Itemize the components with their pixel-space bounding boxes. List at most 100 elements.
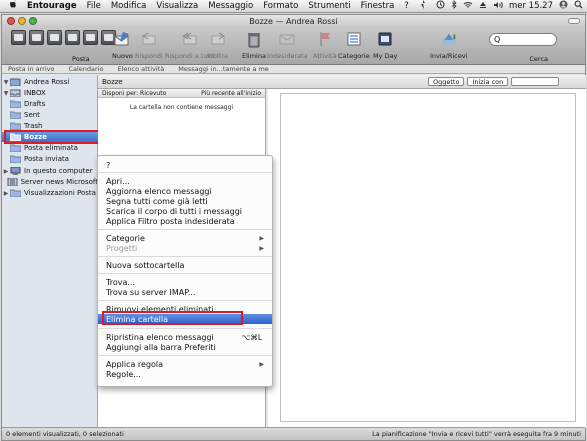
timemachine-icon[interactable] bbox=[436, 0, 445, 12]
wifi-icon[interactable] bbox=[463, 1, 473, 12]
filter-mode-select[interactable]: Inizia con bbox=[467, 77, 509, 86]
sidebar-item-posta-inviata[interactable]: Posta inviata bbox=[2, 154, 98, 164]
sort-by-button[interactable]: Disponi per: Ricevuto bbox=[102, 90, 166, 97]
menu-item-trova[interactable]: Trova... bbox=[98, 277, 272, 287]
my-day-button[interactable]: My Day bbox=[373, 29, 397, 60]
status-left: 0 elementi visualizzati, 0 selezionati bbox=[6, 430, 124, 438]
volume-icon[interactable] bbox=[493, 1, 503, 12]
news-server-icon bbox=[7, 177, 18, 187]
disclosure-triangle-icon[interactable]: ▶ bbox=[2, 168, 10, 175]
zoom-window-button[interactable] bbox=[29, 17, 37, 25]
address-book-view-button[interactable] bbox=[29, 30, 44, 45]
tab-calendario[interactable]: Calendario bbox=[68, 65, 103, 73]
send-receive-button[interactable]: Invia/Ricevi bbox=[430, 29, 467, 60]
menu-item-filtro-indesiderata[interactable]: Applica Filtro posta indesiderata bbox=[98, 216, 272, 226]
tab-elenco-attivita[interactable]: Elenco attività bbox=[118, 65, 165, 73]
mail-view-button[interactable] bbox=[11, 30, 26, 45]
reading-pane bbox=[268, 89, 586, 428]
toolbar-toggle-button[interactable] bbox=[568, 18, 580, 24]
highlight-elimina-cartella bbox=[102, 311, 243, 325]
menu-item-scarica-corpo[interactable]: Scarica il corpo di tutti i messaggi bbox=[98, 206, 272, 216]
menu-visualizza[interactable]: Visualizza bbox=[151, 1, 203, 11]
bluetooth-icon[interactable] bbox=[451, 0, 457, 12]
sidebar-group-views[interactable]: ▶ Visualizzazioni Posta bbox=[2, 188, 98, 198]
reply-button[interactable]: Rispondi bbox=[135, 29, 163, 60]
menu-item-trova-imap[interactable]: Trova su server IMAP... bbox=[98, 287, 272, 297]
menu-messaggio[interactable]: Messaggio bbox=[203, 1, 258, 11]
forward-button[interactable]: Inoltra bbox=[207, 29, 228, 60]
menu-entourage[interactable]: Entourage bbox=[22, 1, 82, 11]
menu-item-help[interactable]: ? bbox=[98, 160, 272, 170]
tab-posta-in-arrivo[interactable]: Posta in arrivo bbox=[8, 65, 54, 73]
spotlight-icon[interactable] bbox=[574, 0, 583, 12]
menu-file[interactable]: File bbox=[82, 1, 106, 11]
menu-formato[interactable]: Formato bbox=[258, 1, 303, 11]
categories-button[interactable]: Categorie bbox=[338, 29, 370, 60]
filter-input[interactable] bbox=[511, 77, 560, 86]
posta-label: Posta bbox=[72, 55, 90, 63]
menubar: Entourage File Modifica Visualizza Messa… bbox=[0, 0, 587, 13]
menu-modifica[interactable]: Modifica bbox=[106, 1, 152, 11]
script-menu-icon[interactable] bbox=[414, 0, 432, 12]
menu-item-aggiungi-preferiti[interactable]: Aggiungi alla barra Preferiti bbox=[98, 342, 272, 352]
sidebar-group-news[interactable]: Server news Microsoft bbox=[2, 177, 98, 187]
forward-icon bbox=[209, 29, 227, 49]
inbox-icon bbox=[9, 89, 21, 98]
view-switcher bbox=[11, 30, 116, 45]
titlebar[interactable]: Bozze — Andrea Rossi bbox=[2, 15, 585, 27]
sidebar-inbox[interactable]: ▼ INBOX bbox=[2, 88, 98, 98]
clock[interactable]: mer 15.27 bbox=[509, 1, 553, 11]
junk-icon bbox=[278, 29, 296, 49]
new-message-icon bbox=[113, 29, 131, 49]
calendar-view-button[interactable] bbox=[47, 30, 62, 45]
context-menu: ? Apri... Aggiorna elenco messaggi Segna… bbox=[97, 155, 273, 387]
sidebar-item-sent[interactable]: Sent bbox=[2, 110, 98, 120]
favorites-bar: Posta in arrivo Calendario Elenco attivi… bbox=[2, 65, 585, 74]
menu-item-segna-letti[interactable]: Segna tutti come già letti bbox=[98, 196, 272, 206]
sidebar-item-posta-eliminata[interactable]: Posta eliminata bbox=[2, 143, 98, 153]
notes-view-button[interactable] bbox=[65, 30, 80, 45]
menu-strumenti[interactable]: Strumenti bbox=[303, 1, 355, 11]
apple-icon[interactable] bbox=[6, 0, 22, 12]
computer-icon bbox=[10, 166, 21, 175]
junk-button[interactable]: Indesiderata bbox=[267, 29, 308, 60]
delete-button[interactable]: Elimina bbox=[242, 29, 266, 60]
minimize-window-button[interactable] bbox=[18, 17, 26, 25]
reply-all-icon bbox=[181, 29, 199, 49]
disclosure-triangle-icon[interactable]: ▼ bbox=[2, 90, 10, 97]
menu-item-categorie[interactable]: Categorie ▶ bbox=[98, 233, 272, 243]
menu-item-apri[interactable]: Apri... bbox=[98, 176, 272, 186]
folder-title: Bozze bbox=[102, 77, 123, 86]
window-title: Bozze — Andrea Rossi bbox=[249, 16, 338, 26]
sidebar-account[interactable]: ▼ Andrea Rossi bbox=[2, 77, 98, 87]
send-receive-icon bbox=[440, 29, 458, 49]
status-bar: 0 elementi visualizzati, 0 selezionati L… bbox=[2, 427, 585, 440]
disclosure-triangle-icon[interactable]: ▶ bbox=[2, 190, 10, 197]
new-button[interactable]: Nuovo bbox=[112, 29, 133, 60]
close-window-button[interactable] bbox=[7, 17, 15, 25]
preview-area[interactable] bbox=[280, 93, 576, 422]
tasks-view-button[interactable] bbox=[83, 30, 98, 45]
tasks-button[interactable]: Attività bbox=[313, 29, 336, 60]
disclosure-triangle-icon[interactable]: ▼ bbox=[2, 79, 10, 86]
sort-order-button[interactable]: Più recente all'inizio bbox=[201, 90, 261, 97]
menu-item-regole[interactable]: Regole... bbox=[98, 369, 272, 379]
search-input[interactable]: Q bbox=[489, 33, 557, 46]
sidebar-group-computer[interactable]: ▶ In questo computer bbox=[2, 166, 98, 176]
menu-item-applica-regola[interactable]: Applica regola ▶ bbox=[98, 359, 272, 369]
empty-message: La cartella non contiene messaggi bbox=[129, 104, 234, 111]
tab-messaggi-a-me[interactable]: Messaggi in...tamente a me bbox=[178, 65, 269, 73]
search-label: Cerca bbox=[529, 55, 548, 63]
menu-help[interactable]: ? bbox=[399, 1, 414, 11]
folder-icon bbox=[9, 111, 22, 120]
menu-item-ripristina-elenco[interactable]: Ripristina elenco messaggi ⌥⌘L bbox=[98, 332, 272, 342]
message-list-header: Disponi per: Ricevuto Più recente all'in… bbox=[98, 89, 265, 98]
user-icon[interactable] bbox=[559, 0, 568, 12]
menu-item-aggiorna[interactable]: Aggiorna elenco messaggi bbox=[98, 186, 272, 196]
folder-icon bbox=[9, 122, 22, 131]
filter-field-select[interactable]: Oggetto bbox=[428, 77, 465, 86]
menu-finestra[interactable]: Finestra bbox=[356, 1, 400, 11]
eject-icon[interactable] bbox=[479, 1, 487, 12]
menu-item-nuova-sottocartella[interactable]: Nuova sottocartella bbox=[98, 260, 272, 270]
sidebar-item-drafts[interactable]: Drafts bbox=[2, 99, 98, 109]
